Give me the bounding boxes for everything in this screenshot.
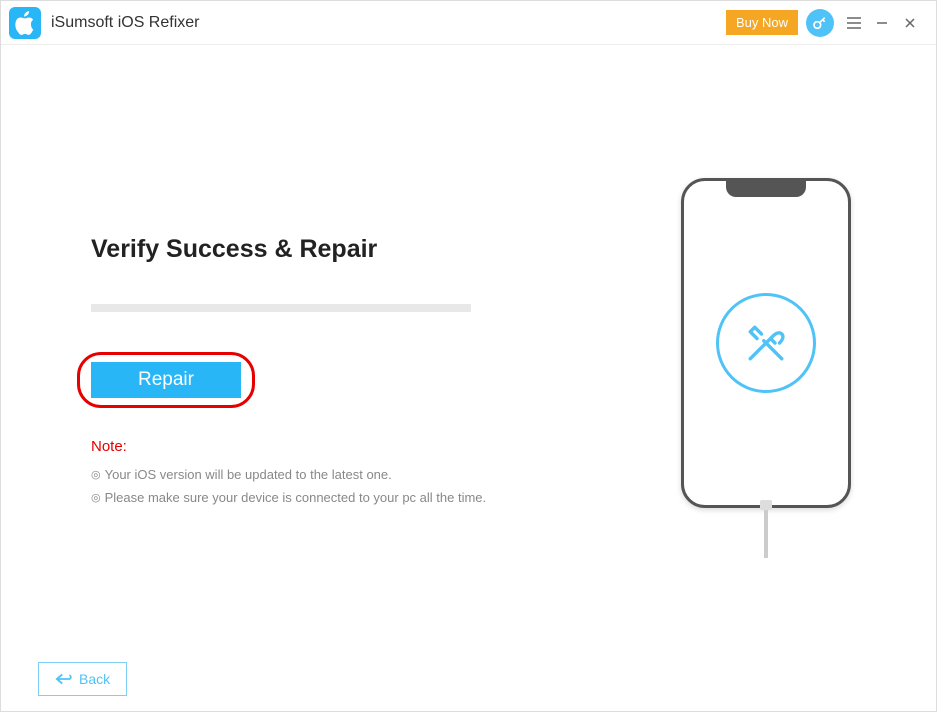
bullet-icon: ◎	[91, 468, 101, 481]
back-button[interactable]: Back	[38, 662, 127, 696]
repair-button-wrapper: Repair	[91, 362, 241, 398]
minimize-button[interactable]	[868, 9, 896, 37]
buy-now-button[interactable]: Buy Now	[726, 10, 798, 35]
note-item: ◎ Please make sure your device is connec…	[91, 490, 596, 505]
note-item: ◎ Your iOS version will be updated to th…	[91, 467, 596, 482]
app-logo-icon	[9, 7, 41, 39]
register-key-button[interactable]	[806, 9, 834, 37]
footer: Back	[38, 662, 127, 696]
bullet-icon: ◎	[91, 491, 101, 504]
phone-notch	[726, 181, 806, 197]
repair-button[interactable]: Repair	[91, 362, 241, 398]
note-text: Your iOS version will be updated to the …	[105, 467, 392, 482]
title-bar: iSumsoft iOS Refixer Buy Now	[1, 1, 936, 45]
phone-illustration	[681, 178, 851, 508]
app-title: iSumsoft iOS Refixer	[51, 14, 726, 32]
note-text: Please make sure your device is connecte…	[105, 490, 487, 505]
right-panel	[636, 45, 896, 650]
close-button[interactable]	[896, 9, 924, 37]
main-content: Verify Success & Repair Repair Note: ◎ Y…	[1, 45, 936, 650]
note-label: Note:	[91, 438, 596, 455]
left-panel: Verify Success & Repair Repair Note: ◎ Y…	[41, 45, 636, 650]
back-label: Back	[79, 671, 110, 687]
menu-button[interactable]	[840, 9, 868, 37]
phone-cable	[764, 508, 768, 558]
repair-tools-icon	[716, 293, 816, 393]
progress-bar	[91, 304, 471, 312]
page-heading: Verify Success & Repair	[91, 235, 596, 264]
